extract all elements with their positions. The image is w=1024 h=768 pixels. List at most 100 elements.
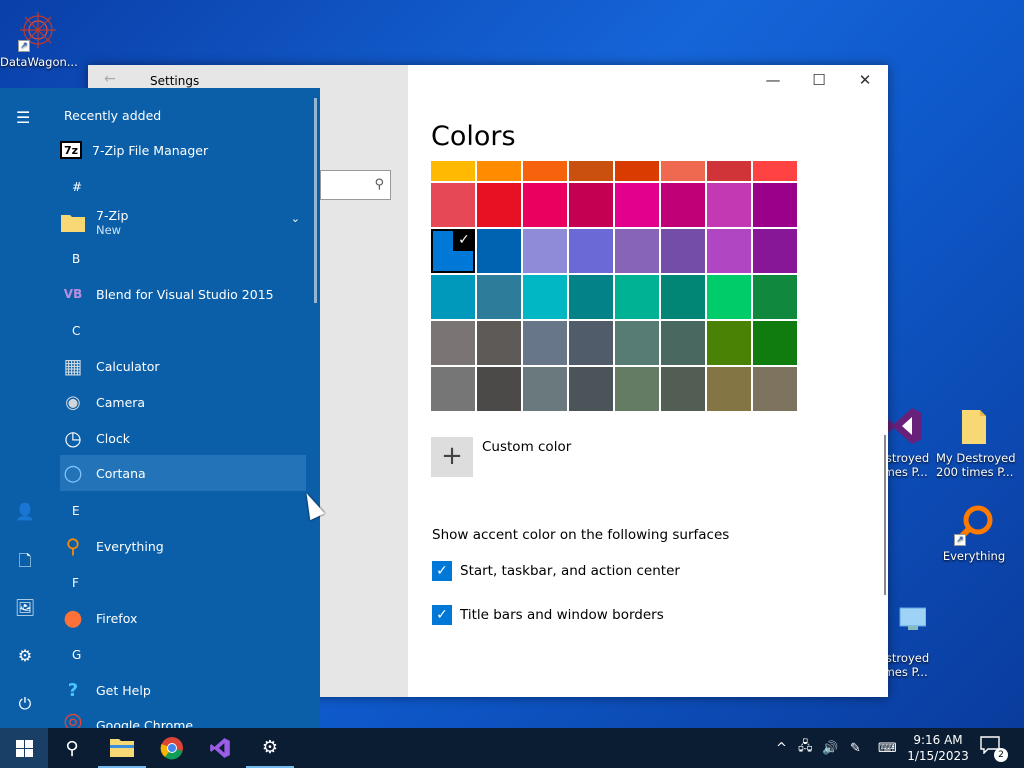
list-item-cortana[interactable]: ○ Cortana (60, 455, 306, 491)
accent-color-swatch[interactable] (661, 367, 705, 411)
accent-color-swatch[interactable] (615, 367, 659, 411)
pen-icon[interactable]: ✎ (850, 728, 861, 768)
accent-color-swatch[interactable] (753, 229, 797, 273)
accent-color-swatch[interactable] (707, 321, 751, 365)
taskbar-visual-studio[interactable] (196, 728, 244, 768)
custom-color-label[interactable]: Custom color (482, 439, 571, 455)
list-item-clock[interactable]: ◷ Clock (60, 420, 306, 456)
accent-color-swatch[interactable] (615, 161, 659, 181)
accent-color-swatch[interactable] (615, 275, 659, 319)
desktop-icon-datawagon[interactable]: ↗ DataWagon... (0, 8, 78, 69)
letter-header-c[interactable]: C (72, 324, 80, 338)
accent-color-swatch[interactable] (753, 183, 797, 227)
accent-color-swatch[interactable] (523, 161, 567, 181)
accent-color-swatch[interactable] (431, 321, 475, 365)
start-scrollbar[interactable] (314, 98, 317, 303)
list-item-7zip[interactable]: 7-Zip New ⌄ (60, 202, 306, 242)
desktop-icon-everything[interactable]: ↗ Everything (936, 502, 1012, 563)
scrollbar[interactable] (884, 435, 886, 595)
taskbar-file-explorer[interactable] (98, 728, 146, 768)
accent-color-swatch[interactable] (615, 321, 659, 365)
accent-color-swatch[interactable] (477, 161, 521, 181)
checkbox-start-taskbar-label[interactable]: Start, taskbar, and action center (460, 563, 680, 579)
accent-color-swatch[interactable] (431, 183, 475, 227)
chevron-down-icon[interactable]: ⌄ (291, 212, 300, 225)
accent-color-swatch[interactable] (753, 275, 797, 319)
accent-color-swatch[interactable] (523, 321, 567, 365)
settings-search-input[interactable]: ⚲ (320, 170, 391, 200)
list-item-calculator[interactable]: ▦ Calculator (60, 348, 306, 384)
settings-gear-icon[interactable]: ⚙ (14, 646, 36, 665)
action-center-button[interactable]: 2 (980, 736, 1008, 762)
accent-color-swatch[interactable] (753, 367, 797, 411)
documents-icon[interactable]: 🗋 (14, 550, 36, 577)
accent-color-swatch[interactable] (707, 229, 751, 273)
desktop-icon-folder[interactable]: My Destroyed 200 times P... (936, 404, 1016, 479)
pictures-icon[interactable]: 🖼 (14, 598, 36, 617)
accent-color-swatch[interactable] (477, 367, 521, 411)
letter-header-e[interactable]: E (72, 504, 80, 518)
list-item-google-chrome[interactable]: ◎ Google Chrome (60, 708, 306, 729)
accent-color-swatch[interactable] (753, 161, 797, 181)
start-button[interactable] (0, 728, 48, 768)
letter-header-hash[interactable]: # (72, 180, 82, 194)
accent-color-swatch[interactable] (753, 321, 797, 365)
checkbox-title-bars[interactable]: ✓ (432, 605, 452, 625)
taskbar-settings[interactable]: ⚙ (246, 728, 294, 768)
accent-color-swatch[interactable] (707, 275, 751, 319)
accent-color-swatch[interactable]: ✓ (431, 229, 475, 273)
accent-color-swatch[interactable] (431, 275, 475, 319)
accent-color-swatch[interactable] (477, 183, 521, 227)
accent-color-swatch[interactable] (523, 275, 567, 319)
keyboard-icon[interactable]: ⌨ (878, 728, 897, 768)
list-item-everything[interactable]: ⚲ Everything (60, 528, 306, 564)
letter-header-f[interactable]: F (72, 576, 79, 590)
accent-color-swatch[interactable] (523, 229, 567, 273)
minimize-button[interactable]: — (750, 71, 796, 89)
accent-color-swatch[interactable] (569, 183, 613, 227)
list-item-firefox[interactable]: ● Firefox (60, 600, 306, 636)
accent-color-swatch[interactable] (477, 321, 521, 365)
close-button[interactable]: ✕ (842, 71, 888, 89)
accent-color-swatch[interactable] (661, 275, 705, 319)
accent-color-swatch[interactable] (477, 229, 521, 273)
accent-color-swatch[interactable] (569, 275, 613, 319)
accent-color-swatch[interactable] (707, 183, 751, 227)
accent-color-swatch[interactable] (569, 229, 613, 273)
accent-color-swatch[interactable] (707, 367, 751, 411)
accent-color-swatch[interactable] (431, 367, 475, 411)
taskbar-chrome[interactable] (148, 728, 196, 768)
volume-icon[interactable]: 🔊 (822, 728, 838, 768)
letter-header-g[interactable]: G (72, 648, 81, 662)
letter-header-b[interactable]: B (72, 252, 80, 266)
accent-color-swatch[interactable] (523, 183, 567, 227)
accent-color-swatch[interactable] (431, 161, 475, 181)
list-item-7zip-file-manager[interactable]: 7z 7-Zip File Manager (60, 132, 306, 168)
taskbar-search-button[interactable]: ⚲ (48, 728, 96, 768)
checkbox-start-taskbar[interactable]: ✓ (432, 561, 452, 581)
accent-color-swatch[interactable] (661, 161, 705, 181)
custom-color-button[interactable]: + (431, 437, 473, 477)
accent-color-swatch[interactable] (615, 183, 659, 227)
show-hidden-icons-button[interactable]: ^ (776, 728, 787, 768)
accent-color-swatch[interactable] (569, 161, 613, 181)
accent-color-swatch[interactable] (661, 183, 705, 227)
user-account-icon[interactable]: 👤 (14, 502, 36, 521)
accent-color-swatch[interactable] (707, 161, 751, 181)
power-icon[interactable]: ⏻ (14, 694, 36, 714)
accent-color-swatch[interactable] (523, 367, 567, 411)
network-icon[interactable]: 🖧 (798, 728, 813, 768)
accent-color-swatch[interactable] (661, 321, 705, 365)
checkbox-title-bars-label[interactable]: Title bars and window borders (460, 607, 664, 623)
list-item-get-help[interactable]: ? Get Help (60, 672, 306, 708)
accent-color-swatch[interactable] (661, 229, 705, 273)
accent-color-swatch[interactable] (569, 321, 613, 365)
list-item-blend[interactable]: VB Blend for Visual Studio 2015 (60, 276, 306, 312)
list-item-camera[interactable]: ◉ Camera (60, 384, 306, 420)
maximize-button[interactable]: ☐ (796, 71, 842, 89)
accent-color-swatch[interactable] (477, 275, 521, 319)
back-arrow-icon[interactable]: ← (104, 71, 116, 87)
hamburger-menu-icon[interactable]: ☰ (16, 108, 30, 127)
accent-color-swatch[interactable] (569, 367, 613, 411)
accent-color-swatch[interactable] (615, 229, 659, 273)
